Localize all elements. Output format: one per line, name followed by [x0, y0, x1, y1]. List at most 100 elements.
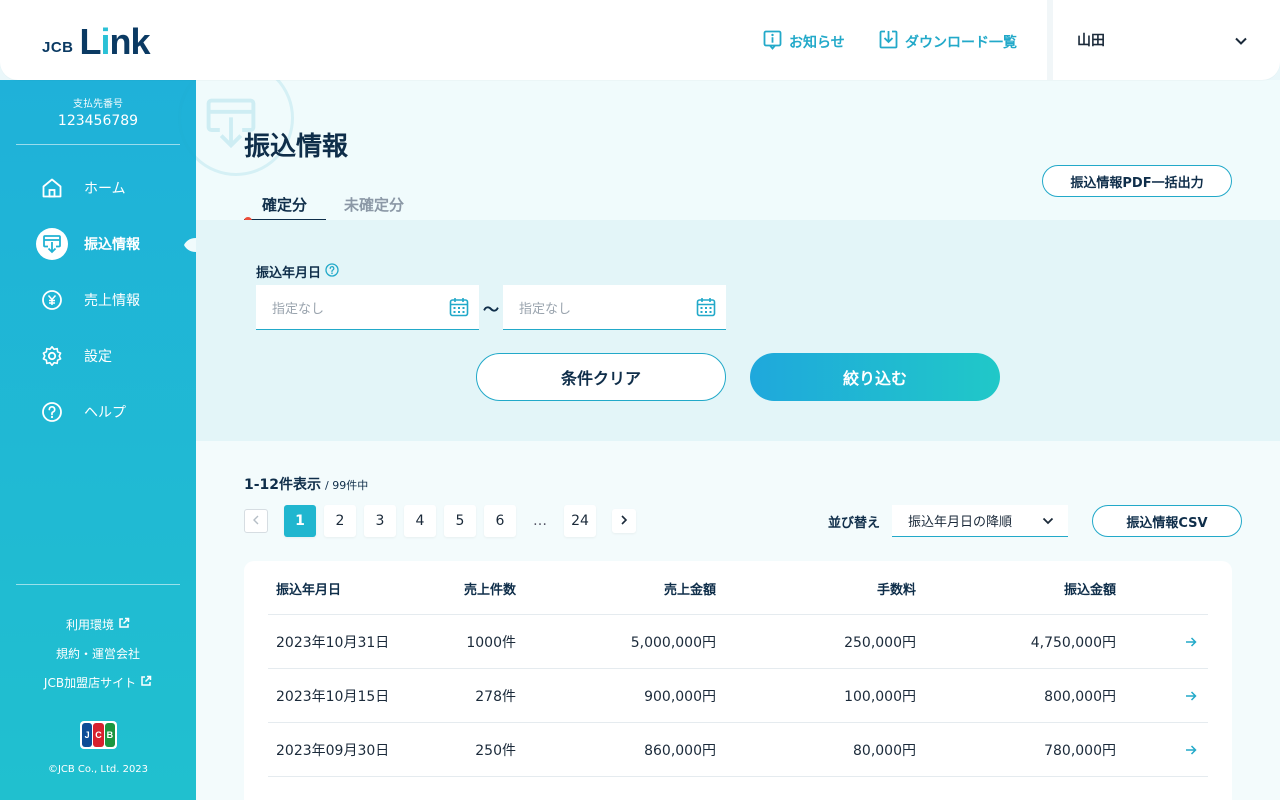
cell-fee: 100,000円	[844, 689, 916, 705]
sort-label: 並び替え	[828, 516, 881, 531]
result-range: 1-12件表示	[244, 477, 322, 493]
transfer-table: 振込年月日 売上件数 売上金額 手数料 振込金額 2023年10月31日 100…	[244, 561, 1232, 800]
logo-word-b: nk	[109, 21, 151, 62]
page-3[interactable]: 3	[364, 505, 396, 537]
chevron-left-icon	[252, 513, 260, 529]
page-title: 振込情報	[244, 132, 349, 162]
news-link[interactable]: お知らせ	[763, 30, 845, 54]
sidebar-item-sales[interactable]: 売上情報	[36, 284, 140, 316]
cell-count: 1000件	[466, 635, 516, 651]
page-6[interactable]: 6	[484, 505, 516, 537]
info-icon	[763, 30, 782, 54]
external-link-icon	[140, 675, 152, 690]
tab-confirmed[interactable]: 確定分	[262, 194, 307, 215]
question-icon[interactable]	[325, 262, 339, 281]
page-1[interactable]: 1	[284, 505, 316, 537]
header-divider	[1047, 0, 1053, 80]
cell-count: 278件	[475, 689, 516, 705]
footer-link-label: 利用環境	[65, 618, 114, 632]
table-header: 振込年月日 売上件数 売上金額 手数料 振込金額	[268, 561, 1208, 615]
payee-number-label: 支払先番号	[73, 99, 123, 110]
cell-date: 2023年10月15日	[276, 689, 390, 705]
cell-date: 2023年10月31日	[276, 635, 390, 651]
sidebar-item-label: 振込情報	[84, 237, 140, 253]
table-row[interactable]: 2023年09月30日 250件 860,000円 80,000円 780,00…	[268, 723, 1208, 777]
logo-word-a: L	[79, 21, 102, 62]
payee-number: 123456789	[57, 113, 139, 129]
calendar-icon[interactable]	[696, 297, 716, 321]
column-header-transfer: 振込金額	[1063, 582, 1116, 598]
column-header-count: 売上件数	[463, 582, 516, 598]
csv-export-button[interactable]: 振込情報CSV	[1092, 505, 1242, 537]
tab-unconfirmed[interactable]: 未確定分	[344, 194, 404, 215]
transfer-icon	[36, 228, 68, 260]
prev-page-button[interactable]	[244, 509, 268, 533]
sidebar: 支払先番号 123456789 ホーム 振込情報 売上情報 設定 ヘルプ 利用環	[0, 80, 196, 800]
usage-environment-link[interactable]: 利用環境	[0, 616, 196, 633]
arrow-right-icon[interactable]	[1183, 669, 1199, 723]
sidebar-item-help[interactable]: ヘルプ	[36, 396, 126, 428]
download-icon	[879, 30, 898, 53]
cell-fee: 250,000円	[844, 635, 916, 651]
page-2[interactable]: 2	[324, 505, 356, 537]
sidebar-item-label: 売上情報	[84, 293, 140, 309]
external-link-icon	[118, 617, 130, 632]
help-icon	[36, 396, 68, 428]
page-ellipsis: …	[533, 513, 547, 529]
date-to-input[interactable]: 指定なし	[503, 285, 726, 330]
chevron-down-icon	[1042, 515, 1054, 531]
sidebar-item-home[interactable]: ホーム	[36, 172, 126, 204]
date-from-input[interactable]: 指定なし	[256, 285, 479, 330]
result-total: / 99件中	[325, 479, 369, 492]
cell-transfer: 780,000円	[1044, 743, 1116, 759]
page-24[interactable]: 24	[564, 505, 596, 537]
clear-conditions-button[interactable]: 条件クリア	[476, 353, 726, 401]
column-header-sales: 売上金額	[663, 582, 716, 598]
jcb-mark-letter: C	[93, 723, 104, 747]
download-list-label: ダウンロード一覧	[905, 34, 1017, 51]
cell-sales: 900,000円	[644, 689, 716, 705]
cell-date: 2023年09月30日	[276, 743, 390, 759]
chevron-down-icon[interactable]	[1234, 33, 1248, 52]
sort-select[interactable]: 振込年月日の降順	[892, 505, 1068, 537]
footer-link-label: JCB加盟店サイト	[43, 676, 137, 690]
filter-search-button[interactable]: 絞り込む	[750, 353, 1000, 401]
sidebar-item-settings[interactable]: 設定	[36, 340, 112, 372]
copyright: ©JCB Co., Ltd. 2023	[47, 764, 149, 775]
sidebar-divider	[16, 584, 180, 585]
jcb-link-logo[interactable]: JCB Link	[42, 20, 151, 62]
terms-link[interactable]: 規約・運営会社	[0, 645, 196, 662]
cell-sales: 5,000,000円	[630, 635, 716, 651]
yen-icon	[36, 284, 68, 316]
logo-prefix: JCB	[42, 39, 74, 56]
arrow-right-icon[interactable]	[1183, 723, 1199, 777]
date-to-placeholder: 指定なし	[519, 301, 572, 317]
download-list-link[interactable]: ダウンロード一覧	[879, 30, 1017, 53]
arrow-right-icon[interactable]	[1183, 615, 1199, 669]
column-header-fee: 手数料	[876, 582, 916, 598]
pdf-bulk-export-button[interactable]: 振込情報PDF一括出力	[1042, 165, 1232, 197]
next-page-button[interactable]	[612, 509, 636, 533]
sidebar-item-transfer[interactable]: 振込情報	[36, 228, 140, 260]
chevron-right-icon	[620, 513, 628, 529]
page-5[interactable]: 5	[444, 505, 476, 537]
footer-link-label: 規約・運営会社	[55, 647, 140, 661]
page-4[interactable]: 4	[404, 505, 436, 537]
filter-label-text: 振込年月日	[256, 266, 322, 281]
table-row[interactable]: 2023年10月15日 278件 900,000円 100,000円 800,0…	[268, 669, 1208, 723]
home-icon	[36, 172, 68, 204]
cell-sales: 860,000円	[644, 743, 716, 759]
logo-word: Link	[79, 21, 151, 62]
jcb-mark-letter: B	[104, 723, 115, 747]
user-name[interactable]: 山田	[1077, 30, 1105, 50]
jcb-mark-letter: J	[82, 723, 93, 747]
cell-fee: 80,000円	[853, 743, 916, 759]
jcb-merchant-site-link[interactable]: JCB加盟店サイト	[0, 674, 196, 691]
app-header: JCB Link お知らせ ダウンロード一覧 山田	[0, 0, 1280, 80]
news-label: お知らせ	[789, 35, 845, 51]
cell-transfer: 800,000円	[1044, 689, 1116, 705]
transfer-date-filter-label: 振込年月日	[256, 262, 339, 281]
result-count: 1-12件表示/ 99件中	[244, 474, 368, 494]
table-row[interactable]: 2023年10月31日 1000件 5,000,000円 250,000円 4,…	[268, 615, 1208, 669]
calendar-icon[interactable]	[449, 297, 469, 321]
